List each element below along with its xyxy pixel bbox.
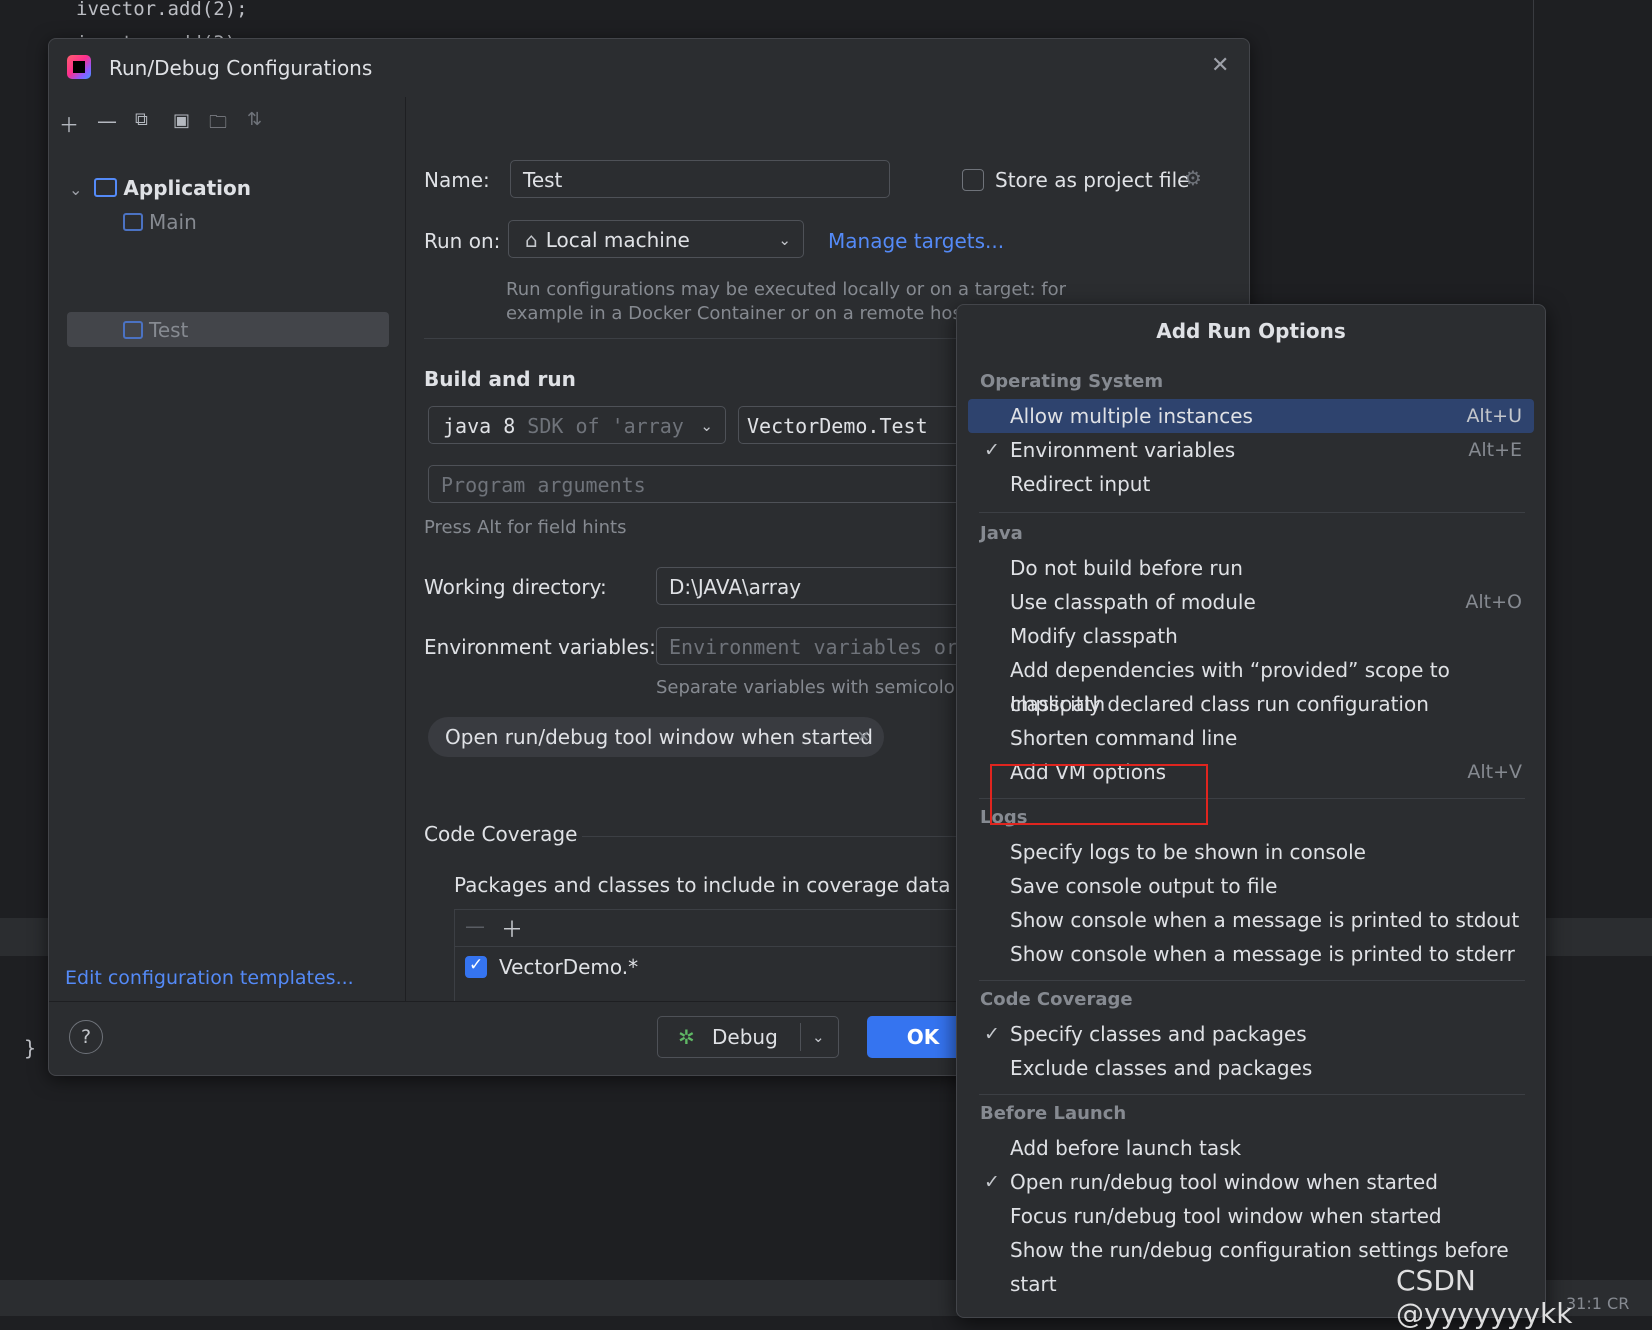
divider (979, 1094, 1525, 1095)
debug-button[interactable]: ✲ Debug ⌄ (657, 1016, 839, 1058)
divider (979, 512, 1525, 513)
env-vars-hint: Separate variables with semicolon: (656, 677, 973, 698)
jdk-hint: SDK of 'array (527, 414, 684, 438)
run-on-value: Local machine (545, 228, 690, 252)
option-redirect-input[interactable]: Redirect input (968, 467, 1534, 501)
tree-item-application[interactable]: ⌄ Application (69, 171, 251, 205)
sort-icon[interactable]: ⇅ (247, 109, 262, 130)
divider (800, 1023, 801, 1051)
option-classpath-of-module[interactable]: Use classpath of module Alt+O (968, 585, 1534, 619)
add-icon[interactable]: ＋ (501, 912, 523, 944)
coverage-packages-label: Packages and classes to include in cover… (454, 873, 951, 897)
tree-label-application: Application (123, 176, 251, 200)
option-shorten-command-line[interactable]: Shorten command line (968, 721, 1534, 755)
annotation-highlight-box (990, 764, 1208, 825)
option-provided-scope[interactable]: Add dependencies with “provided” scope t… (968, 653, 1534, 716)
debug-label: Debug (712, 1025, 778, 1049)
close-icon[interactable]: ✕ (1211, 53, 1229, 78)
option-chip-open-tool-window: Open run/debug tool window when started … (428, 717, 884, 757)
remove-icon[interactable]: — (465, 914, 485, 938)
chevron-down-icon[interactable]: ⌄ (812, 1017, 825, 1057)
dialog-title: Run/Debug Configurations (109, 56, 373, 80)
section-operating-system: Operating System (980, 371, 1164, 392)
option-console-stdout[interactable]: Show console when a message is printed t… (968, 903, 1534, 937)
option-show-settings-before-start[interactable]: Show the run/debug configuration setting… (968, 1233, 1534, 1296)
edit-templates-link[interactable]: Edit configuration templates... (65, 967, 354, 989)
option-environment-variables[interactable]: ✓ Environment variables Alt+E (968, 433, 1534, 467)
copy-icon[interactable]: ⧉ (135, 109, 148, 130)
gear-icon[interactable]: ⚙ (1184, 166, 1202, 190)
divider (979, 980, 1525, 981)
new-folder-icon[interactable]: 🗀 (209, 110, 227, 140)
name-label: Name: (424, 168, 490, 192)
editor-closing-brace: } (24, 1036, 37, 1060)
option-implicit-class[interactable]: Implicitly declared class run configurat… (968, 687, 1534, 721)
remove-icon[interactable]: — (97, 109, 117, 133)
close-icon[interactable]: ✕ (857, 717, 870, 757)
tree-item-test[interactable]: Test (123, 313, 188, 347)
option-console-stderr[interactable]: Show console when a message is printed t… (968, 937, 1534, 971)
store-project-checkbox[interactable] (962, 169, 984, 191)
jdk-value: java 8 (443, 414, 516, 438)
intellij-logo-icon (67, 55, 91, 79)
option-modify-classpath[interactable]: Modify classpath (968, 619, 1534, 653)
run-on-hint-1: Run configurations may be executed local… (506, 279, 1067, 300)
env-vars-label: Environment variables: (424, 635, 656, 659)
save-icon[interactable]: ▣ (173, 110, 190, 131)
coverage-entry-checkbox[interactable] (465, 955, 487, 978)
store-project-label: Store as project file (995, 168, 1190, 192)
application-config-icon (123, 213, 143, 231)
run-on-label: Run on: (424, 229, 501, 253)
build-run-heading: Build and run (424, 367, 576, 391)
home-icon: ⌂ (525, 228, 538, 252)
application-config-icon (123, 321, 143, 339)
manage-targets-link[interactable]: Manage targets... (828, 229, 1004, 253)
config-tree-panel: ＋ — ⧉ ▣ 🗀 ⇅ ⌄ Application Main Test Edit … (49, 97, 406, 1001)
option-exclude-classes[interactable]: Exclude classes and packages (968, 1051, 1534, 1085)
tree-item-main[interactable]: Main (123, 205, 197, 239)
section-before-launch: Before Launch (980, 1103, 1127, 1124)
coverage-entry-label: VectorDemo.* (499, 955, 639, 979)
bug-icon: ✲ (678, 1025, 695, 1049)
name-input[interactable]: Test (510, 160, 890, 198)
add-icon[interactable]: ＋ (59, 109, 79, 138)
option-specify-classes[interactable]: ✓ Specify classes and packages (968, 1017, 1534, 1051)
watermark: CSDN @yyyyyyykk (1396, 1264, 1573, 1330)
jdk-select[interactable]: java 8 SDK of 'array ⌄ (428, 406, 726, 444)
working-dir-label: Working directory: (424, 575, 607, 599)
tree-label-main: Main (149, 210, 197, 234)
section-code-coverage: Code Coverage (980, 989, 1133, 1010)
option-allow-multiple-instances[interactable]: Allow multiple instances Alt+U (968, 399, 1534, 433)
chevron-down-icon[interactable]: ⌄ (69, 180, 82, 199)
run-on-select[interactable]: ⌂ Local machine ⌄ (508, 220, 804, 258)
option-open-tool-window[interactable]: ✓ Open run/debug tool window when started (968, 1165, 1534, 1199)
chip-label: Open run/debug tool window when started (445, 725, 873, 749)
option-focus-tool-window[interactable]: Focus run/debug tool window when started (968, 1199, 1534, 1233)
tree-label-test: Test (149, 318, 189, 342)
chevron-down-icon: ⌄ (778, 231, 791, 249)
option-save-console-output[interactable]: Save console output to file (968, 869, 1534, 903)
option-do-not-build[interactable]: Do not build before run (968, 551, 1534, 585)
popup-title: Add Run Options (1156, 319, 1346, 343)
option-specify-logs[interactable]: Specify logs to be shown in console (968, 835, 1534, 869)
application-icon (94, 178, 118, 197)
code-coverage-heading: Code Coverage (424, 822, 578, 846)
option-add-before-launch[interactable]: Add before launch task (968, 1131, 1534, 1165)
chevron-down-icon: ⌄ (700, 417, 713, 435)
help-button[interactable]: ? (69, 1020, 103, 1054)
section-java: Java (980, 523, 1023, 544)
field-hints-text: Press Alt for field hints (424, 517, 627, 538)
tree-item-selected-bg (67, 312, 389, 347)
